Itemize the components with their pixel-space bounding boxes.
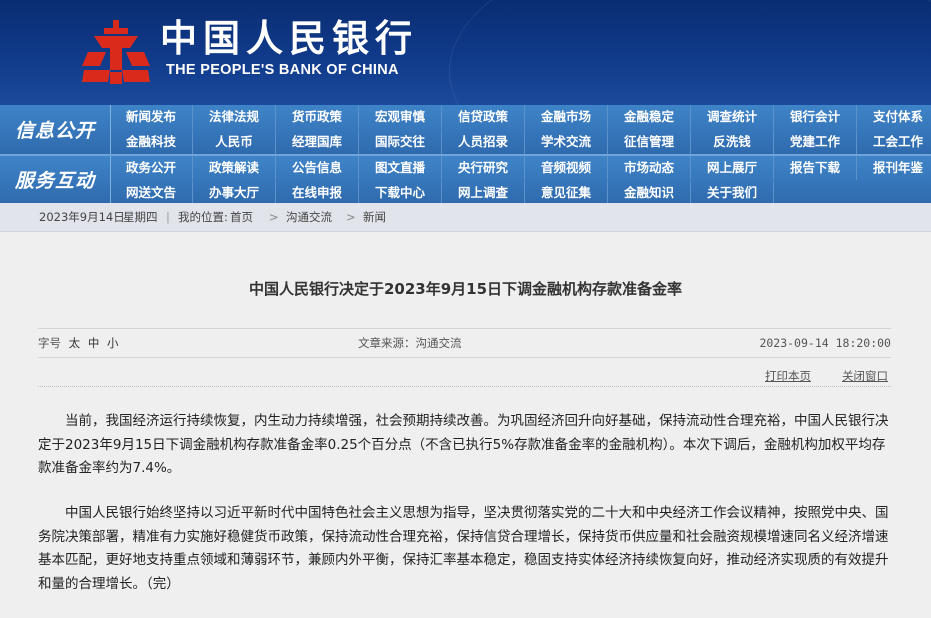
nav-grid-service: 政务公开 政策解读 公告信息 图文直播 央行研究 音频视频 市场动态 网上展厅 报告下载 报刊年鉴… — [110, 156, 931, 205]
article-meta: 字号 太 中 小 文章来源：沟通交流 2023-09-14 18:20:00 — [38, 328, 891, 358]
nav-section-title: 信息公开 — [0, 105, 111, 154]
nav-service-item[interactable]: 意见征集 — [525, 181, 608, 205]
nav-info-item[interactable]: 法律法规 — [193, 105, 276, 129]
nav-service-item[interactable]: 办事大厅 — [193, 181, 276, 205]
font-size-medium[interactable]: 中 — [88, 336, 100, 350]
font-size-control: 字号 太 中 小 — [38, 329, 118, 357]
nav-service-item[interactable]: 在线申报 — [276, 181, 359, 205]
nav-service-item[interactable]: 市场动态 — [608, 156, 691, 180]
print-page-link[interactable]: 打印本页 — [765, 368, 811, 384]
nav-info-item[interactable]: 支付体系 — [857, 105, 931, 129]
nav-info-item[interactable]: 金融科技 — [110, 130, 193, 154]
nav-service-item[interactable]: 金融知识 — [608, 181, 691, 205]
close-window-link[interactable]: 关闭窗口 — [842, 368, 888, 384]
article-title: 中国人民银行决定于2023年9月15日下调金融机构存款准备金率 — [248, 280, 683, 298]
breadcrumb: 2023年9月14日 星期四 | 我的位置: 首页 > 沟通交流 > 新闻 — [0, 203, 931, 232]
nav-service-item[interactable]: 报刊年鉴 — [857, 156, 931, 180]
nav-section-info: 信息公开 新闻发布 法律法规 货币政策 宏观审慎 信贷政策 金融市场 金融稳定 调查统计 银行会… — [0, 105, 931, 156]
site-header: 中国人民银行 THE PEOPLE'S BANK OF CHINA — [0, 0, 931, 105]
bank-name-cn: 中国人民银行 — [160, 16, 418, 60]
divider — [38, 386, 891, 387]
crumb-divider: | — [166, 210, 170, 224]
nav-info-item[interactable]: 征信管理 — [608, 130, 691, 154]
nav-info-item[interactable]: 学术交流 — [525, 130, 608, 154]
article-paragraph: 当前，我国经济运行持续恢复，内生动力持续增强，社会预期持续改善。为巩固经济回升向… — [38, 413, 889, 476]
nav-service-item[interactable]: 下载中心 — [359, 181, 442, 205]
nav-service-item[interactable]: 央行研究 — [442, 156, 525, 180]
font-size-label: 字号 — [38, 336, 61, 350]
crumb-level2-link[interactable]: 新闻 — [363, 203, 386, 231]
nav-service-item[interactable]: 政策解读 — [193, 156, 276, 180]
nav-service-item[interactable]: 网上展厅 — [691, 156, 774, 180]
bank-name-en: THE PEOPLE'S BANK OF CHINA — [166, 62, 399, 78]
nav-info-item[interactable]: 金融市场 — [525, 105, 608, 129]
font-size-small[interactable]: 小 — [107, 336, 119, 350]
crumb-separator: > — [346, 210, 356, 224]
crumb-separator: > — [269, 210, 279, 224]
nav-grid-info: 新闻发布 法律法规 货币政策 宏观审慎 信贷政策 金融市场 金融稳定 调查统计 银行会计 支付体系… — [110, 105, 931, 154]
nav-info-item[interactable]: 调查统计 — [691, 105, 774, 129]
nav-info-item[interactable]: 国际交往 — [359, 130, 442, 154]
nav-info-item[interactable]: 党建工作 — [774, 130, 857, 154]
main-nav: 信息公开 新闻发布 法律法规 货币政策 宏观审慎 信贷政策 金融市场 金融稳定 调查统计 银行会… — [0, 105, 931, 205]
nav-info-item[interactable]: 人民币 — [193, 130, 276, 154]
nav-info-item[interactable]: 新闻发布 — [110, 105, 193, 129]
current-date: 2023年9月14日 — [39, 210, 125, 224]
nav-info-item[interactable]: 经理国库 — [276, 130, 359, 154]
nav-section-service: 服务互动 政务公开 政策解读 公告信息 图文直播 央行研究 音频视频 市场动态 网上展厅 报告下… — [0, 156, 931, 205]
nav-info-item[interactable]: 宏观审慎 — [359, 105, 442, 129]
nav-service-item[interactable]: 图文直播 — [359, 156, 442, 180]
nav-service-item[interactable]: 网送文告 — [110, 181, 193, 205]
nav-service-item[interactable]: 网上调查 — [442, 181, 525, 205]
nav-service-item[interactable]: 关于我们 — [691, 181, 774, 205]
article-datetime: 2023-09-14 18:20:00 — [759, 336, 891, 350]
nav-service-item[interactable]: 音频视频 — [525, 156, 608, 180]
nav-info-item[interactable]: 货币政策 — [276, 105, 359, 129]
nav-info-item[interactable]: 人员招录 — [442, 130, 525, 154]
nav-service-item[interactable]: 政务公开 — [110, 156, 193, 180]
nav-info-item[interactable]: 工会工作 — [857, 130, 931, 154]
nav-info-item[interactable]: 信贷政策 — [442, 105, 525, 129]
article-paragraph: 中国人民银行始终坚持以习近平新时代中国特色社会主义思想为指导，坚决贯彻落实党的二… — [38, 505, 889, 592]
location-label: 我的位置: — [178, 210, 228, 224]
nav-info-item[interactable]: 反洗钱 — [691, 130, 774, 154]
article-source: 文章来源：沟通交流 — [358, 336, 462, 350]
crumb-level1-link[interactable]: 沟通交流 — [286, 203, 332, 231]
crumb-home-link[interactable]: 首页 — [230, 203, 253, 231]
nav-section-title: 服务互动 — [0, 156, 111, 203]
font-size-large[interactable]: 太 — [69, 336, 81, 350]
nav-info-item[interactable]: 金融稳定 — [608, 105, 691, 129]
nav-service-item[interactable]: 公告信息 — [276, 156, 359, 180]
nav-service-item[interactable]: 报告下载 — [774, 156, 857, 180]
current-weekday: 星期四 — [123, 210, 158, 224]
nav-info-item[interactable]: 银行会计 — [774, 105, 857, 129]
pboc-emblem-icon[interactable] — [80, 18, 152, 86]
